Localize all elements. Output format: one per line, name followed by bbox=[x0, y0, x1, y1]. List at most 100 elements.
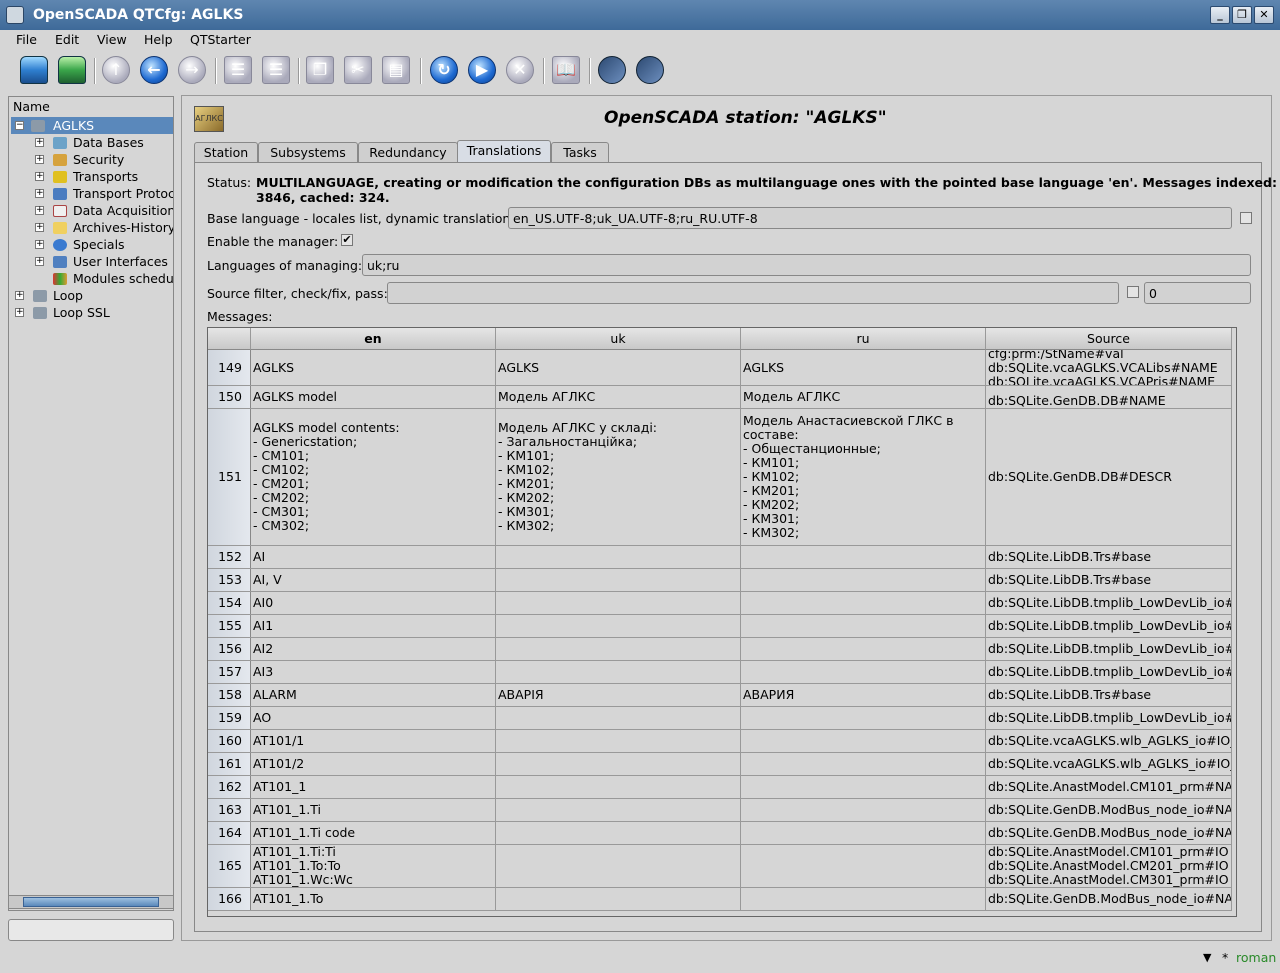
manual-icon[interactable]: 📖 bbox=[552, 56, 580, 84]
cell-ru[interactable] bbox=[741, 845, 986, 887]
cell-ru[interactable] bbox=[741, 776, 986, 798]
tree-item-transport-protocols[interactable]: + Transport Protoco bbox=[11, 185, 173, 202]
copy-icon[interactable]: ❐ bbox=[306, 56, 334, 84]
row-number[interactable]: 152 bbox=[208, 546, 251, 568]
cell-en[interactable]: AGLKS bbox=[251, 350, 496, 385]
tree-item-security[interactable]: + Security bbox=[11, 151, 173, 168]
tab-subsystems[interactable]: Subsystems bbox=[258, 142, 358, 162]
table-row[interactable]: 154 AI0 db:SQLite.LibDB.tmplib_LowDevLib_i… bbox=[208, 592, 1232, 615]
cell-source[interactable]: db:SQLite.LibDB.Trs#base bbox=[986, 684, 1232, 706]
languages-input[interactable]: uk;ru bbox=[362, 254, 1251, 276]
cell-en[interactable]: AI bbox=[251, 546, 496, 568]
cell-en[interactable]: ALARM bbox=[251, 684, 496, 706]
table-row[interactable]: 163 AT101_1.Ti db:SQLite.GenDB.ModBus_node… bbox=[208, 799, 1232, 822]
maximize-button[interactable]: ❐ bbox=[1232, 6, 1252, 24]
tree-item-modules-scheduler[interactable]: Modules schedul bbox=[11, 270, 173, 287]
stop-icon[interactable]: ✕ bbox=[506, 56, 534, 84]
column-header-ru[interactable]: ru bbox=[741, 328, 986, 350]
tab-tasks[interactable]: Tasks bbox=[551, 142, 609, 162]
cell-en[interactable]: AT101_1.Ti bbox=[251, 799, 496, 821]
cell-source[interactable]: db:SQLite.LibDB.tmplib_LowDevLib_io#N bbox=[986, 707, 1232, 729]
cell-ru[interactable] bbox=[741, 615, 986, 637]
scroll-thumb[interactable] bbox=[23, 897, 159, 907]
cell-ru[interactable]: Модель Анастасиевской ГЛКС в составе: - … bbox=[741, 409, 986, 545]
table-row[interactable]: 162 AT101_1 db:SQLite.AnastModel.CM101_prm… bbox=[208, 776, 1232, 799]
cell-uk[interactable]: Модель АГЛКС bbox=[496, 386, 741, 408]
cell-ru[interactable] bbox=[741, 753, 986, 775]
table-row[interactable]: 155 AI1 db:SQLite.LibDB.tmplib_LowDevLib_i… bbox=[208, 615, 1232, 638]
cell-uk[interactable]: AGLKS bbox=[496, 350, 741, 385]
cell-source[interactable]: db:SQLite.GenDB.ModBus_node_io#NAM bbox=[986, 888, 1232, 910]
row-number[interactable]: 162 bbox=[208, 776, 251, 798]
source-filter-input[interactable] bbox=[387, 282, 1119, 304]
table-row[interactable]: 157 AI3 db:SQLite.LibDB.tmplib_LowDevLib_i… bbox=[208, 661, 1232, 684]
cell-uk[interactable] bbox=[496, 569, 741, 591]
cell-source[interactable]: db:SQLite.AnastModel.CM101_prm#IO db:SQL… bbox=[986, 845, 1232, 887]
column-header-source[interactable]: Source bbox=[986, 328, 1232, 350]
pass-input[interactable]: 0 bbox=[1144, 282, 1251, 304]
row-number[interactable]: 157 bbox=[208, 661, 251, 683]
cell-source[interactable]: db:SQLite.LibDB.Trs#base bbox=[986, 546, 1232, 568]
cell-source[interactable]: cfg:prm:/StName#val db:SQLite.vcaAGLKS.V… bbox=[986, 350, 1232, 385]
refresh-icon[interactable]: ↻ bbox=[430, 56, 458, 84]
row-number[interactable]: 150 bbox=[208, 386, 251, 408]
cell-uk[interactable] bbox=[496, 707, 741, 729]
forward-icon[interactable]: → bbox=[178, 56, 206, 84]
cell-ru[interactable]: АВАРИЯ bbox=[741, 684, 986, 706]
row-number[interactable]: 159 bbox=[208, 707, 251, 729]
cell-source[interactable]: db:SQLite.GenDB.ModBus_node_io#NAM bbox=[986, 799, 1232, 821]
user-name[interactable]: roman bbox=[1236, 950, 1276, 965]
row-number[interactable]: 153 bbox=[208, 569, 251, 591]
cell-ru[interactable] bbox=[741, 707, 986, 729]
cell-source[interactable]: db:SQLite.LibDB.tmplib_LowDevLib_io#N bbox=[986, 592, 1232, 614]
tree-item-databases[interactable]: + Data Bases bbox=[11, 134, 173, 151]
table-row[interactable]: 152 AI db:SQLite.LibDB.Trs#base bbox=[208, 546, 1232, 569]
table-row[interactable]: 160 AT101/1 db:SQLite.vcaAGLKS.wlb_AGLKS_i… bbox=[208, 730, 1232, 753]
base-language-input[interactable]: en_US.UTF-8;uk_UA.UTF-8;ru_RU.UTF-8 bbox=[508, 207, 1232, 229]
cell-uk[interactable] bbox=[496, 638, 741, 660]
cell-source[interactable]: db:SQLite.vcaAGLKS.wlb_AGLKS_io#IO_V bbox=[986, 753, 1232, 775]
row-number[interactable]: 161 bbox=[208, 753, 251, 775]
cell-uk[interactable] bbox=[496, 546, 741, 568]
table-row[interactable]: 156 AI2 db:SQLite.LibDB.tmplib_LowDevLib_i… bbox=[208, 638, 1232, 661]
add-item-icon[interactable]: ☰ bbox=[224, 56, 252, 84]
cell-en[interactable]: AT101_1.Ti code bbox=[251, 822, 496, 844]
menu-help[interactable]: Help bbox=[144, 32, 173, 47]
cell-uk[interactable] bbox=[496, 822, 741, 844]
row-number[interactable]: 165 bbox=[208, 845, 251, 887]
cell-uk[interactable] bbox=[496, 845, 741, 887]
cell-ru[interactable] bbox=[741, 638, 986, 660]
table-row[interactable]: 159 AO db:SQLite.LibDB.tmplib_LowDevLib_io… bbox=[208, 707, 1232, 730]
tree-item-archives[interactable]: + Archives-History bbox=[11, 219, 173, 236]
cell-source[interactable]: db:SQLite.GenDB.DB#DESCR bbox=[986, 409, 1232, 545]
cell-ru[interactable] bbox=[741, 592, 986, 614]
table-row[interactable]: 151 AGLKS model contents: - Genericstatio… bbox=[208, 409, 1232, 546]
runtime-icon[interactable] bbox=[636, 56, 664, 84]
row-number[interactable]: 164 bbox=[208, 822, 251, 844]
cell-en[interactable]: AI, V bbox=[251, 569, 496, 591]
cell-uk[interactable]: АВАРІЯ bbox=[496, 684, 741, 706]
cell-uk[interactable] bbox=[496, 799, 741, 821]
menu-edit[interactable]: Edit bbox=[55, 32, 79, 47]
cell-source[interactable]: db:SQLite.LibDB.Trs#base bbox=[986, 569, 1232, 591]
cell-ru[interactable] bbox=[741, 661, 986, 683]
row-number[interactable]: 156 bbox=[208, 638, 251, 660]
cell-uk[interactable] bbox=[496, 615, 741, 637]
row-number[interactable]: 154 bbox=[208, 592, 251, 614]
db-save-icon[interactable] bbox=[58, 56, 86, 84]
cell-source[interactable]: db:SQLite.vcaAGLKS.wlb_AGLKS_io#IO_V bbox=[986, 730, 1232, 752]
dropdown-icon[interactable]: ▼ bbox=[1203, 951, 1211, 964]
cut-icon[interactable]: ✂ bbox=[344, 56, 372, 84]
configurator-icon[interactable] bbox=[598, 56, 626, 84]
paste-icon[interactable]: ▤ bbox=[382, 56, 410, 84]
row-number[interactable]: 155 bbox=[208, 615, 251, 637]
tab-station[interactable]: Station bbox=[194, 142, 258, 162]
cell-ru[interactable] bbox=[741, 888, 986, 910]
column-header-en[interactable]: en bbox=[251, 328, 496, 350]
tree-item-loop-ssl[interactable]: + Loop SSL bbox=[11, 304, 173, 321]
cell-source[interactable]: db:SQLite.GenDB.DB#NAME bbox=[986, 386, 1232, 408]
cell-ru[interactable] bbox=[741, 799, 986, 821]
row-number[interactable]: 149 bbox=[208, 350, 251, 385]
back-icon[interactable]: ← bbox=[140, 56, 168, 84]
cell-ru[interactable]: Модель АГЛКС bbox=[741, 386, 986, 408]
